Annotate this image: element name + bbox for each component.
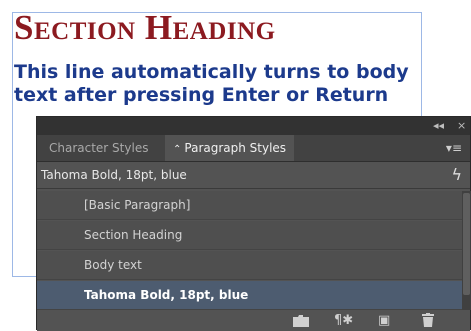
- tab-arrows-icon: ⌃: [173, 144, 182, 155]
- list-item-label: [Basic Paragraph]: [84, 198, 191, 212]
- scrollbar-thumb[interactable]: [463, 193, 470, 295]
- section-heading-text[interactable]: Section Heading: [14, 8, 276, 48]
- styles-list: [Basic Paragraph] Section Heading Body t…: [37, 191, 462, 310]
- panel-titlebar[interactable]: ◂◂ ×: [37, 117, 470, 135]
- new-style-icon[interactable]: ▣: [378, 313, 390, 328]
- list-item-label: Body text: [84, 258, 142, 272]
- list-item-body-text[interactable]: Body text: [37, 251, 462, 280]
- panel-footer: ¶✱ ▣: [37, 310, 470, 331]
- list-item-tahoma-bold[interactable]: Tahoma Bold, 18pt, blue: [37, 281, 462, 310]
- panel-menu-icon[interactable]: ▾≡: [446, 141, 462, 155]
- create-style-lightning-icon[interactable]: ϟ: [451, 164, 462, 186]
- panel-tabs: Character Styles ⌃ Paragraph Styles ▾≡: [37, 135, 470, 162]
- tab-paragraph-styles-label: Paragraph Styles: [184, 141, 287, 155]
- styles-scrollbar[interactable]: [462, 191, 471, 310]
- tab-character-styles-label: Character Styles: [49, 141, 149, 155]
- tab-character-styles[interactable]: Character Styles: [41, 135, 156, 161]
- clear-overrides-icon[interactable]: ¶✱: [334, 313, 353, 328]
- list-item-label: Tahoma Bold, 18pt, blue: [84, 288, 249, 302]
- trash-icon[interactable]: [422, 313, 434, 331]
- close-icon[interactable]: ×: [457, 118, 466, 134]
- list-item-section-heading[interactable]: Section Heading: [37, 221, 462, 250]
- current-style-row: Tahoma Bold, 18pt, blue ϟ: [37, 162, 470, 189]
- list-item-label: Section Heading: [84, 228, 183, 242]
- current-style-label: Tahoma Bold, 18pt, blue: [41, 168, 187, 182]
- paragraph-styles-panel: ◂◂ × Character Styles ⌃ Paragraph Styles …: [36, 116, 471, 331]
- tab-paragraph-styles[interactable]: ⌃ Paragraph Styles: [165, 135, 295, 161]
- folder-icon[interactable]: [293, 315, 309, 327]
- list-item-basic-paragraph[interactable]: [Basic Paragraph]: [37, 191, 462, 220]
- collapse-icon[interactable]: ◂◂: [433, 118, 444, 134]
- body-text-paragraph[interactable]: This line automatically turns to body te…: [14, 61, 434, 107]
